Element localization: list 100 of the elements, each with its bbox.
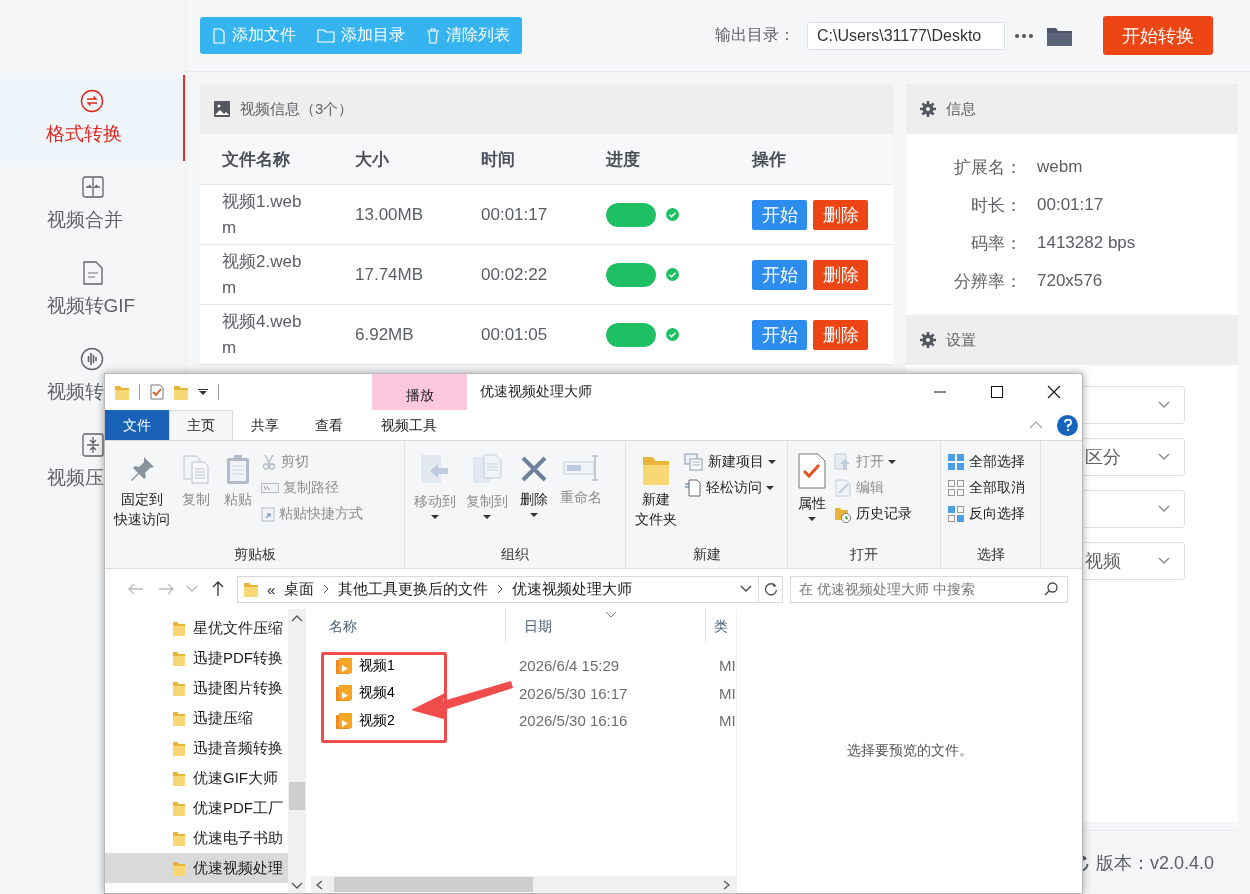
delete-button[interactable]: 删除 (813, 199, 868, 230)
address-bar[interactable]: « 桌面 其他工具更换后的文件 优速视频处理大师 (237, 575, 759, 603)
column-header[interactable]: 类 (714, 617, 728, 636)
chevron-down-icon (1158, 557, 1170, 565)
scroll-thumb[interactable] (289, 782, 305, 810)
ribbon-button[interactable]: 轻松访问 (684, 477, 776, 499)
help-icon[interactable] (1057, 414, 1078, 436)
scroll-left-icon (315, 880, 323, 890)
folder-icon (173, 620, 185, 636)
file-type: MI (718, 712, 736, 730)
shortcut-icon (261, 506, 275, 522)
scrollbar[interactable] (288, 609, 306, 893)
ribbon-button[interactable]: 新建 文件夹 (632, 449, 680, 534)
nav-item[interactable]: 优速PDF工厂 (105, 793, 288, 823)
nav-item[interactable]: 迅捷PDF转换 (105, 643, 288, 673)
file-name[interactable]: 视频2 (359, 711, 395, 730)
sort-icon (605, 611, 617, 618)
folder-icon (115, 384, 129, 400)
nav-item[interactable]: 迅捷图片转换 (105, 673, 288, 703)
ribbon-button[interactable]: 属性 (794, 449, 830, 526)
up-icon (212, 581, 224, 597)
separator-icon (497, 584, 504, 594)
nav-item[interactable]: 迅捷压缩 (105, 703, 288, 733)
properties-icon (150, 384, 164, 400)
column-header[interactable]: 名称 (329, 617, 357, 636)
check-circle-icon (666, 328, 679, 341)
scroll-down-icon (291, 882, 303, 890)
breadcrumb-item[interactable]: 桌面 (284, 579, 315, 599)
chevron-down-icon (740, 585, 752, 593)
scroll-right-icon (723, 880, 731, 890)
group-label: 剪贴板 (232, 545, 277, 564)
video-file-icon (335, 711, 353, 730)
nav-item[interactable]: 星优文件压缩 (105, 613, 288, 643)
overflow-marker[interactable]: « (267, 580, 276, 598)
file-name: 视频4.webm (222, 311, 303, 359)
easy-access-icon (684, 479, 702, 497)
file-name: 视频1.webm (222, 191, 303, 239)
chevron-down-icon (1158, 401, 1170, 409)
breadcrumb-item[interactable]: 其他工具更换后的文件 (338, 579, 489, 599)
refresh-icon (763, 582, 778, 596)
separator-icon (323, 584, 330, 594)
scrollbar[interactable] (311, 876, 736, 893)
select-none-icon (947, 479, 965, 497)
scroll-thumb[interactable] (334, 877, 533, 892)
ribbon-button[interactable]: 反向选择 (947, 503, 1025, 525)
start-convert-button[interactable]: 开始转换 (1103, 16, 1213, 55)
sidebar-item[interactable]: 视频转GIF (0, 247, 185, 333)
sidebar-item[interactable]: 视频合并 (0, 161, 185, 247)
ribbon-button[interactable]: 新建项目 (684, 451, 776, 473)
field-label: 分辨率： (953, 270, 1022, 293)
ribbon-button[interactable]: 全部选择 (947, 451, 1025, 473)
sidebar-item[interactable]: 格式转换 (0, 75, 185, 161)
ribbon-tab[interactable]: 主页 (169, 410, 233, 440)
refresh-button[interactable] (759, 575, 783, 603)
nav-item[interactable]: 优速视频处理 (105, 853, 288, 883)
column-header: 时间 (481, 148, 516, 171)
output-path-field[interactable]: C:\Users\31177\Deskto (807, 21, 1005, 50)
ribbon-button[interactable]: 历史记录 (834, 503, 912, 525)
open-icon (834, 453, 852, 471)
column-header[interactable]: 日期 (524, 617, 552, 636)
ribbon-tab[interactable]: 文件 (105, 410, 169, 440)
nav-item[interactable]: 优速电子书助 (105, 823, 288, 853)
chevron-down-icon (1158, 505, 1170, 513)
field-label: 时长： (970, 194, 1022, 217)
edit-icon (834, 479, 852, 497)
dropdown[interactable]: 视频 (1084, 542, 1185, 580)
delete-button[interactable]: 删除 (813, 259, 868, 290)
nav-item[interactable]: 迅捷音频转换 (105, 733, 288, 763)
folder-icon (173, 740, 185, 756)
select-all-icon (947, 453, 965, 471)
collapse-icon (1029, 421, 1043, 429)
ribbon-button[interactable]: 全部取消 (947, 477, 1025, 499)
ribbon-tab[interactable]: 查看 (297, 410, 361, 440)
file-name[interactable]: 视频1 (359, 656, 395, 675)
sidebar-item[interactable]: 视频转 (0, 333, 104, 419)
delete-button[interactable]: 删除 (813, 319, 868, 350)
search-field[interactable]: 在 优速视频处理大师 中搜索 (790, 575, 1068, 603)
dropdown[interactable] (1084, 490, 1185, 528)
ribbon-tab[interactable]: 视频工具 (361, 410, 456, 440)
dropdown[interactable]: 区分 (1084, 438, 1185, 476)
file-name[interactable]: 视频4 (359, 684, 395, 703)
file-duration: 00:01:05 (481, 324, 549, 345)
recent-icon (186, 585, 198, 593)
ribbon-button[interactable]: 删除 (515, 449, 553, 522)
nav-item[interactable]: 优速GIF大师 (105, 763, 288, 793)
sidebar-item[interactable]: 视频压 (0, 419, 104, 505)
file-date: 2026/5/30 16:16 (518, 712, 629, 730)
scroll-up-icon (291, 614, 303, 622)
close-icon (1046, 385, 1061, 399)
dropdown[interactable] (1084, 386, 1185, 424)
ribbon-button[interactable]: 固定到 快速访问 (111, 449, 173, 534)
window-title: 优速视频处理大师 (480, 382, 592, 401)
breadcrumb-item[interactable]: 优速视频处理大师 (512, 579, 633, 599)
gear-icon (920, 332, 936, 348)
context-tab-group: 播放 (372, 374, 467, 410)
more-icon (1015, 33, 1033, 38)
panel-title: 信息 (946, 99, 976, 119)
output-label: 输出目录： (715, 25, 795, 45)
ribbon-tab[interactable]: 共享 (233, 410, 297, 440)
history-icon (834, 505, 852, 523)
